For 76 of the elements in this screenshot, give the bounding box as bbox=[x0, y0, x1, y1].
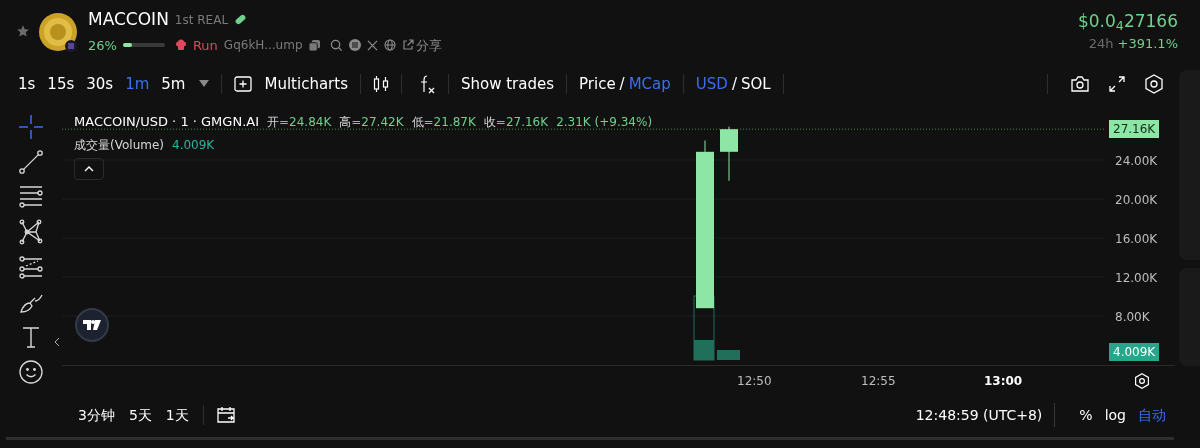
last-price-label: 27.16K bbox=[1109, 120, 1160, 139]
camera-icon[interactable] bbox=[1070, 75, 1090, 93]
range-button[interactable]: 3分钟 bbox=[78, 404, 115, 426]
candle bbox=[720, 126, 738, 182]
last-volume-label: 4.009K bbox=[1109, 343, 1160, 361]
candles-icon[interactable] bbox=[372, 75, 389, 93]
interval-tab[interactable]: 15s bbox=[41, 72, 81, 96]
currency-toggle[interactable]: USD bbox=[695, 72, 728, 96]
calendar-icon[interactable] bbox=[215, 406, 236, 424]
globe-icon[interactable] bbox=[383, 39, 396, 52]
price-axis-label: 12.00K bbox=[1115, 270, 1158, 287]
time-axis-label: 12:50 bbox=[737, 373, 772, 390]
clock-text: 12:48:59 (UTC+8) bbox=[915, 405, 1043, 425]
volume-bar bbox=[693, 295, 715, 361]
price-axis-label: 20.00K bbox=[1115, 192, 1158, 209]
change-value: 2.31K (+9.34%) bbox=[556, 113, 653, 131]
time-axis-label: 12:55 bbox=[861, 373, 896, 390]
scale-mode-button[interactable]: % bbox=[1079, 404, 1093, 426]
share-link[interactable]: 分享 bbox=[415, 35, 442, 55]
volume-value: 4.009K bbox=[172, 136, 215, 154]
price-axis-label: 24.00K bbox=[1115, 153, 1158, 170]
x-logo-icon[interactable] bbox=[366, 39, 378, 51]
collapse-button[interactable] bbox=[74, 157, 104, 180]
token-tag: 1st REAL bbox=[174, 10, 229, 29]
interval-tab[interactable]: 1m bbox=[119, 72, 156, 96]
price-mode-toggle[interactable]: MCap bbox=[628, 72, 671, 96]
ohlc-value: 低=21.87K bbox=[411, 113, 476, 131]
plus-square-icon bbox=[234, 76, 253, 92]
dotted-lines-icon[interactable] bbox=[18, 254, 44, 280]
caret-icon[interactable] bbox=[199, 80, 210, 88]
range-button[interactable]: 1天 bbox=[165, 404, 189, 426]
legend-title: MACCOIN/USD · 1 · GMGN.AI bbox=[74, 113, 259, 131]
token-name: MACCOIN bbox=[88, 8, 169, 31]
horizontal-lines-icon[interactable] bbox=[18, 184, 44, 210]
external-link-icon[interactable] bbox=[401, 39, 414, 52]
range-button[interactable]: 5天 bbox=[128, 404, 152, 426]
scale-mode-button[interactable]: log bbox=[1104, 404, 1126, 426]
price-mode-toggle[interactable]: Price bbox=[579, 72, 616, 96]
price-axis-label: 8.00K bbox=[1115, 309, 1150, 326]
progress-percent: 26% bbox=[88, 36, 117, 55]
slash-separator: / bbox=[619, 73, 625, 95]
volume-bar bbox=[717, 350, 740, 360]
crosshair-icon[interactable] bbox=[18, 114, 44, 140]
status-label: Run bbox=[192, 36, 218, 55]
trend-line-icon[interactable] bbox=[18, 149, 44, 175]
multicharts-button[interactable]: Multicharts bbox=[234, 72, 348, 96]
period-label: 24h bbox=[1088, 35, 1114, 53]
show-trades-button[interactable]: Show trades bbox=[460, 72, 554, 96]
list-circle-icon[interactable] bbox=[348, 39, 361, 52]
coin-logo-icon bbox=[38, 12, 80, 54]
interval-tab[interactable]: 30s bbox=[80, 72, 120, 96]
interval-tab[interactable]: 5m bbox=[155, 72, 192, 96]
settings-icon[interactable] bbox=[1134, 373, 1150, 389]
chevron-up-icon bbox=[84, 165, 94, 172]
search-icon[interactable] bbox=[329, 38, 343, 52]
ohlc-value: 收=27.16K bbox=[483, 113, 549, 131]
token-price: $0.0$_{4}$27166 bbox=[1077, 9, 1178, 34]
volume-label: 成交量(Volume) bbox=[74, 136, 164, 154]
pattern-icon[interactable] bbox=[18, 219, 44, 245]
scale-mode-button[interactable]: 自动 bbox=[1138, 404, 1166, 426]
smiley-icon[interactable] bbox=[18, 359, 44, 385]
chef-hat-icon bbox=[174, 39, 187, 52]
copy-icon[interactable] bbox=[308, 39, 320, 51]
price-axis-label: 16.00K bbox=[1115, 231, 1158, 248]
token-address[interactable]: Gq6kH...ump bbox=[223, 36, 303, 55]
interval-tab[interactable]: 1s bbox=[18, 72, 42, 96]
star-icon[interactable] bbox=[16, 24, 30, 38]
tradingview-logo-icon bbox=[75, 308, 109, 342]
time-axis-label: 13:00 bbox=[984, 373, 1023, 390]
price-change: +391.1% bbox=[1117, 35, 1178, 53]
expand-icon[interactable] bbox=[1108, 75, 1126, 93]
currency-toggle[interactable]: SOL bbox=[740, 72, 771, 96]
settings-icon[interactable] bbox=[1144, 74, 1164, 94]
ohlc-value: 高=27.42K bbox=[339, 113, 404, 131]
slash-separator: / bbox=[731, 73, 737, 95]
ohlc-value: 开=24.84K bbox=[267, 113, 332, 131]
